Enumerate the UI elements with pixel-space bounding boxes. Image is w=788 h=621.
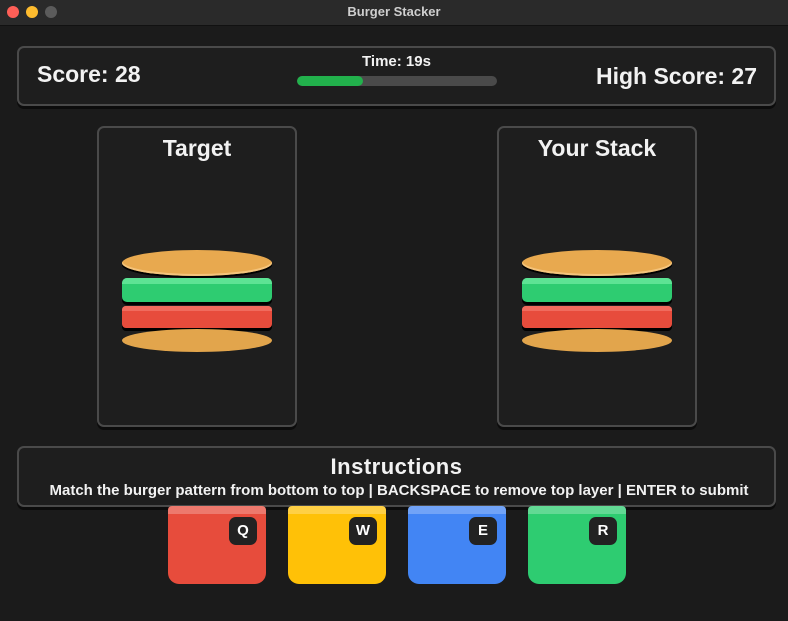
timer-bar xyxy=(297,76,497,86)
key-r-lettuce-button[interactable]: R xyxy=(528,506,626,584)
key-w-label: W xyxy=(349,517,377,545)
stack-tomato xyxy=(522,306,672,328)
key-q-label: Q xyxy=(229,517,257,545)
hud-panel: Score: 28 Time: 19s High Score: 27 xyxy=(17,46,776,106)
your-stack-panel: Your Stack xyxy=(497,126,697,427)
key-r-label: R xyxy=(589,517,617,545)
key-e-button[interactable]: E xyxy=(408,506,506,584)
target-lettuce xyxy=(122,278,272,302)
window-titlebar: Burger Stacker xyxy=(0,0,788,26)
stack-bottom-bun xyxy=(522,329,672,352)
window-title: Burger Stacker xyxy=(347,4,441,19)
target-title: Target xyxy=(162,135,232,161)
target-top-bun xyxy=(122,250,272,276)
timer-bar-fill xyxy=(297,76,363,86)
instructions-text: Match the burger pattern from bottom to … xyxy=(49,482,749,499)
instructions-panel: Instructions Match the burger pattern fr… xyxy=(17,446,776,507)
key-w-cheese-button[interactable]: W xyxy=(288,506,386,584)
stack-lettuce xyxy=(522,278,672,302)
your-stack-title: Your Stack xyxy=(537,135,657,161)
key-q-tomato-button[interactable]: Q xyxy=(168,506,266,584)
instructions-title: Instructions xyxy=(330,454,463,479)
stack-top-bun xyxy=(522,250,672,276)
key-e-label: E xyxy=(469,517,497,545)
target-tomato xyxy=(122,306,272,328)
high-score-label: High Score: 27 xyxy=(595,63,757,89)
target-bottom-bun xyxy=(122,329,272,352)
target-panel: Target xyxy=(97,126,297,427)
